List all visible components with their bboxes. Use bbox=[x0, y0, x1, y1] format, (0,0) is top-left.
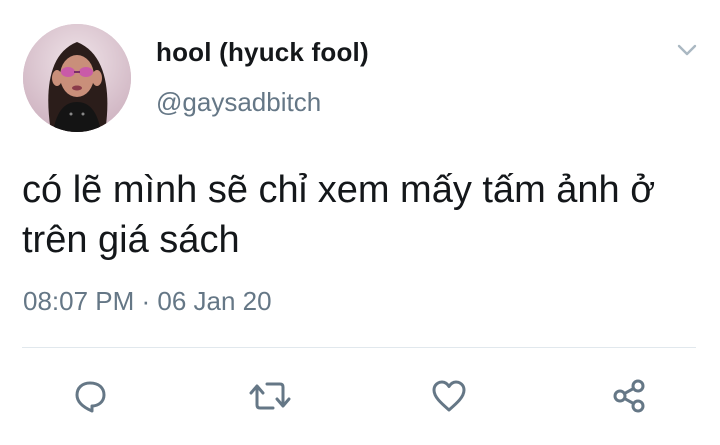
user-handle[interactable]: @gaysadbitch bbox=[156, 87, 321, 118]
like-button[interactable] bbox=[427, 376, 471, 416]
retweet-button[interactable] bbox=[248, 376, 292, 416]
retweet-icon bbox=[249, 382, 291, 410]
tweet-timestamp[interactable]: 08:07 PM · 06 Jan 20 bbox=[23, 286, 272, 317]
reply-button[interactable] bbox=[68, 376, 112, 416]
share-icon bbox=[613, 379, 645, 413]
heart-icon bbox=[432, 380, 466, 412]
avatar-image bbox=[23, 24, 131, 132]
share-button[interactable] bbox=[607, 376, 651, 416]
divider bbox=[22, 347, 696, 348]
chevron-down-icon[interactable] bbox=[676, 42, 698, 58]
reply-icon bbox=[75, 381, 106, 413]
display-name[interactable]: hool (hyuck fool) bbox=[156, 37, 369, 68]
tweet-text: có lẽ mình sẽ chỉ xem mấy tấm ảnh ở trên… bbox=[22, 169, 656, 261]
avatar[interactable] bbox=[23, 24, 131, 132]
